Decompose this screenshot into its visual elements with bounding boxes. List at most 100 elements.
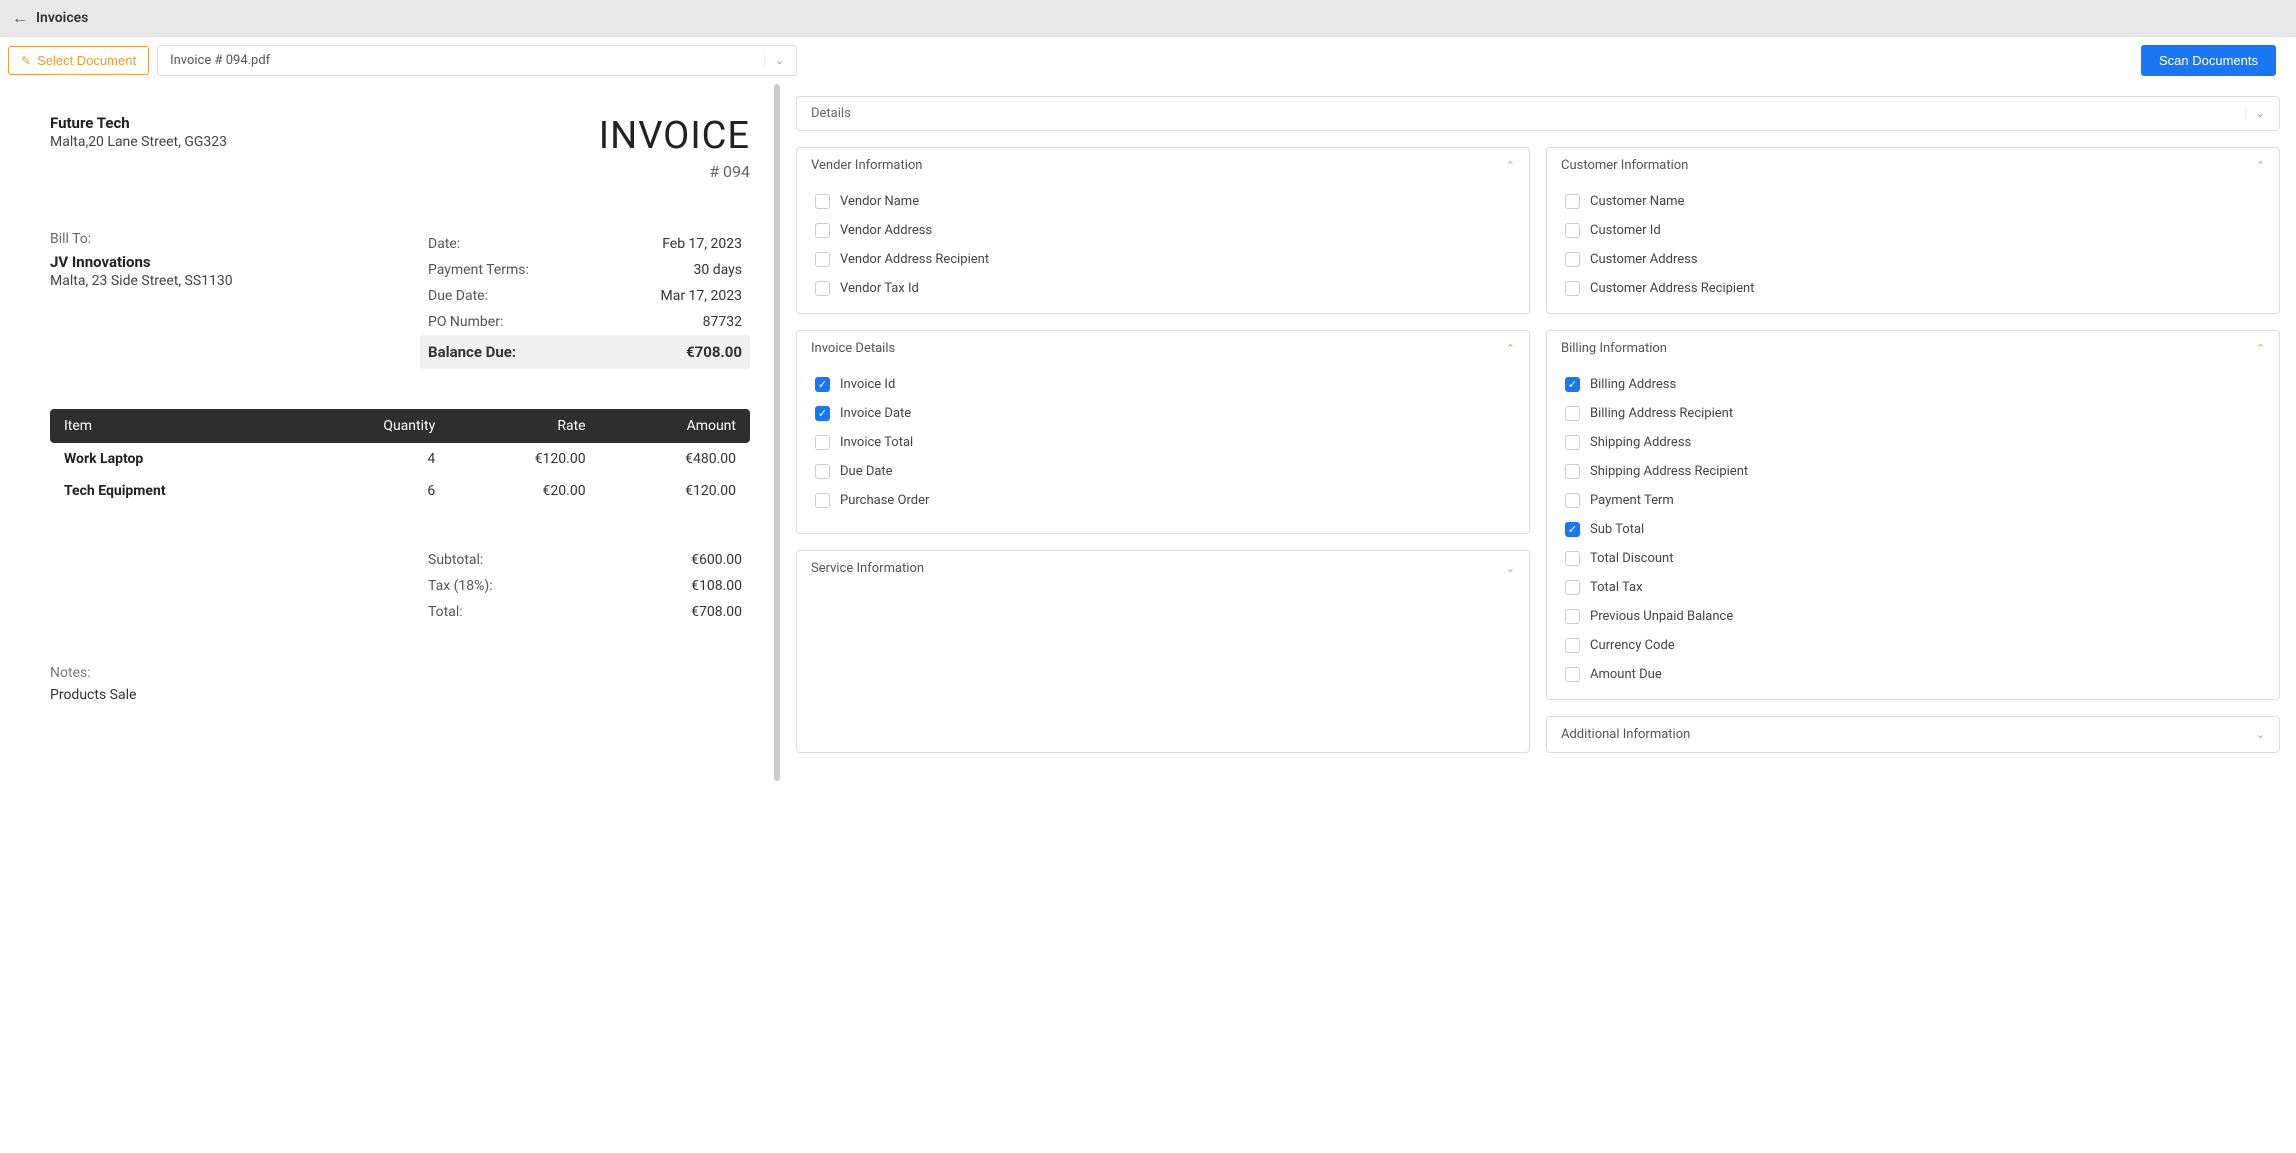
- billing-info-panel: Billing Information ⌃ Billing AddressBil…: [1546, 330, 2280, 700]
- chevron-down-icon: ⌄: [2256, 728, 2265, 741]
- meta-terms-value: 30 days: [694, 262, 742, 278]
- checkbox[interactable]: [815, 252, 830, 267]
- balance-due-value: €708.00: [686, 343, 742, 361]
- meta-terms-label: Payment Terms:: [428, 262, 529, 278]
- field-label: Billing Address: [1590, 377, 1676, 392]
- checkbox[interactable]: [1565, 194, 1580, 209]
- checkbox[interactable]: [1565, 435, 1580, 450]
- checkbox[interactable]: [1565, 281, 1580, 296]
- checkbox[interactable]: [1565, 493, 1580, 508]
- table-cell: Work Laptop: [50, 443, 297, 475]
- notes-label: Notes:: [50, 665, 750, 681]
- checkbox[interactable]: [815, 464, 830, 479]
- customer-info-panel: Customer Information ⌃ Customer NameCust…: [1546, 147, 2280, 314]
- col-qty: Quantity: [297, 409, 449, 443]
- tax-label: Tax (18%):: [428, 578, 493, 594]
- checkbox[interactable]: [1565, 580, 1580, 595]
- additional-info-header[interactable]: Additional Information ⌄: [1547, 717, 2279, 752]
- field-label: Due Date: [840, 464, 893, 479]
- service-info-header[interactable]: Service Information ⌄: [797, 551, 1529, 586]
- checkbox[interactable]: [815, 377, 830, 392]
- checkbox[interactable]: [815, 194, 830, 209]
- col-item: Item: [50, 409, 297, 443]
- billing-info-header[interactable]: Billing Information ⌃: [1547, 331, 2279, 366]
- subtotal-label: Subtotal:: [428, 552, 483, 568]
- meta-po-label: PO Number:: [428, 314, 503, 330]
- meta-date-value: Feb 17, 2023: [662, 236, 742, 252]
- checkbox[interactable]: [815, 435, 830, 450]
- field-row: Vendor Tax Id: [797, 274, 1529, 303]
- total-label: Total:: [428, 604, 463, 620]
- chevron-up-icon: ⌃: [2256, 159, 2265, 172]
- chevron-up-icon: ⌃: [2256, 342, 2265, 355]
- pencil-icon: ✎: [21, 54, 31, 68]
- checkbox[interactable]: [1565, 638, 1580, 653]
- checkbox[interactable]: [1565, 667, 1580, 682]
- back-arrow-icon[interactable]: ←: [12, 8, 28, 28]
- additional-info-panel: Additional Information ⌄: [1546, 716, 2280, 753]
- field-label: Sub Total: [1590, 522, 1644, 537]
- field-label: Invoice Id: [840, 377, 895, 392]
- select-document-button[interactable]: ✎ Select Document: [8, 46, 149, 75]
- notes-text: Products Sale: [50, 687, 750, 703]
- field-label: Invoice Date: [840, 406, 911, 421]
- document-name: Invoice # 094.pdf: [170, 53, 270, 68]
- field-row: Invoice Total: [797, 428, 1529, 457]
- field-row: Total Tax: [1547, 573, 2279, 602]
- right-panel: Details ⌄ Vender Information ⌃ Vendor Na…: [780, 84, 2296, 781]
- checkbox[interactable]: [815, 493, 830, 508]
- field-row: Billing Address: [1547, 370, 2279, 399]
- field-label: Purchase Order: [840, 493, 929, 508]
- invoice-preview: Future Tech Malta,20 Lane Street, GG323 …: [0, 84, 780, 781]
- checkbox[interactable]: [1565, 252, 1580, 267]
- table-row: Work Laptop4€120.00€480.00: [50, 443, 750, 475]
- chevron-down-icon: ⌄: [1506, 562, 1515, 575]
- checkbox[interactable]: [815, 406, 830, 421]
- checkbox[interactable]: [1565, 223, 1580, 238]
- field-label: Vendor Tax Id: [840, 281, 919, 296]
- table-cell: €20.00: [449, 475, 599, 507]
- field-row: Amount Due: [1547, 660, 2279, 689]
- bill-to-name: JV Innovations: [50, 253, 233, 271]
- chevron-up-icon: ⌃: [1506, 342, 1515, 355]
- field-label: Currency Code: [1590, 638, 1675, 653]
- document-dropdown[interactable]: Invoice # 094.pdf ⌄: [157, 45, 797, 76]
- additional-info-title: Additional Information: [1561, 727, 1690, 742]
- table-cell: €120.00: [600, 475, 750, 507]
- field-label: Customer Id: [1590, 223, 1661, 238]
- balance-due-label: Balance Due:: [428, 343, 516, 361]
- table-cell: 6: [297, 475, 449, 507]
- invoice-details-panel: Invoice Details ⌃ Invoice Id Invoice Date…: [796, 330, 1530, 534]
- vendor-info-header[interactable]: Vender Information ⌃: [797, 148, 1529, 183]
- field-row: Customer Address: [1547, 245, 2279, 274]
- customer-info-header[interactable]: Customer Information ⌃: [1547, 148, 2279, 183]
- checkbox[interactable]: [815, 223, 830, 238]
- checkbox[interactable]: [1565, 551, 1580, 566]
- field-row: Vendor Name: [797, 187, 1529, 216]
- checkbox[interactable]: [1565, 609, 1580, 624]
- checkbox[interactable]: [1565, 522, 1580, 537]
- vendor-info-title: Vender Information: [811, 158, 922, 173]
- field-row: Vendor Address Recipient: [797, 245, 1529, 274]
- meta-date-label: Date:: [428, 236, 460, 252]
- field-row: Total Discount: [1547, 544, 2279, 573]
- scan-documents-button[interactable]: Scan Documents: [2141, 45, 2276, 76]
- checkbox[interactable]: [1565, 406, 1580, 421]
- main-layout: Future Tech Malta,20 Lane Street, GG323 …: [0, 84, 2296, 781]
- checkbox[interactable]: [1565, 464, 1580, 479]
- field-row: Due Date: [797, 457, 1529, 486]
- field-label: Vendor Name: [840, 194, 919, 209]
- field-label: Customer Address Recipient: [1590, 281, 1754, 296]
- field-row: Currency Code: [1547, 631, 2279, 660]
- field-row: Customer Address Recipient: [1547, 274, 2279, 303]
- checkbox[interactable]: [1565, 377, 1580, 392]
- meta-due-value: Mar 17, 2023: [661, 288, 743, 304]
- table-cell: 4: [297, 443, 449, 475]
- checkbox[interactable]: [815, 281, 830, 296]
- field-label: Amount Due: [1590, 667, 1662, 682]
- page-title: Invoices: [36, 10, 88, 26]
- invoice-details-header[interactable]: Invoice Details ⌃: [797, 331, 1529, 366]
- meta-due-label: Due Date:: [428, 288, 488, 304]
- details-dropdown[interactable]: Details ⌄: [796, 96, 2280, 131]
- field-label: Previous Unpaid Balance: [1590, 609, 1733, 624]
